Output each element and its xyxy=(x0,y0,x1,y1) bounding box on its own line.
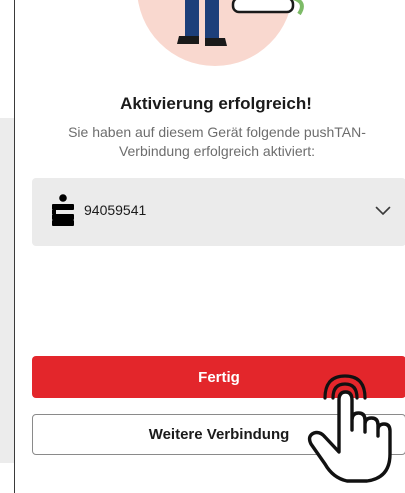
connection-value: 94059541 xyxy=(84,202,147,218)
background-panel xyxy=(0,118,14,463)
screen: Aktivierung erfolgreich! Sie haben auf d… xyxy=(0,0,405,493)
sparkasse-icon xyxy=(52,194,74,226)
tap-hand-icon xyxy=(307,374,392,483)
page-subtitle: Sie haben auf diesem Gerät folgende push… xyxy=(68,124,366,159)
success-illustration xyxy=(137,0,304,66)
chevron-down-icon[interactable] xyxy=(375,206,391,216)
connection-dropdown[interactable]: 94059541 xyxy=(32,178,405,246)
page-title: Aktivierung erfolgreich! xyxy=(120,94,312,113)
